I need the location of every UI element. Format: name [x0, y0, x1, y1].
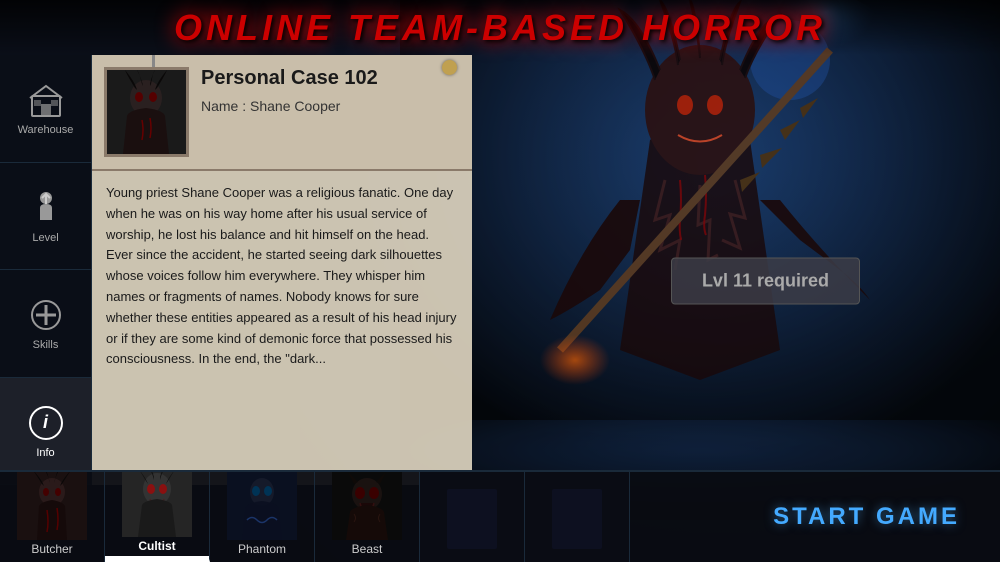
sidebar: Warehouse Level Skills i Info — [0, 55, 92, 485]
cultist-portrait — [117, 472, 197, 537]
case-title: Personal Case 102 — [201, 67, 460, 90]
character-portrait — [104, 67, 189, 157]
char-slot-beast[interactable]: Beast — [315, 472, 420, 562]
char-label-butcher: Butcher — [31, 542, 72, 556]
empty-portrait-1 — [432, 481, 512, 556]
sidebar-label-warehouse: Warehouse — [18, 124, 74, 136]
level-required-badge: Lvl 11 required — [671, 258, 860, 305]
beast-portrait — [327, 472, 407, 540]
sidebar-item-level[interactable]: Level — [0, 163, 91, 271]
story-text: Young priest Shane Cooper was a religiou… — [92, 171, 472, 481]
sidebar-label-skills: Skills — [33, 339, 59, 351]
sidebar-item-info[interactable]: i Info — [0, 378, 91, 486]
char-label-beast: Beast — [352, 542, 383, 556]
content-panel: Personal Case 102 Name : Shane Cooper Yo… — [92, 55, 472, 485]
sidebar-item-skills[interactable]: Skills — [0, 270, 91, 378]
char-slot-empty-2[interactable] — [525, 472, 630, 562]
app-title: ONLINE TEAM-BASED HORROR — [174, 7, 826, 49]
char-slot-empty-1[interactable] — [420, 472, 525, 562]
char-slot-butcher[interactable]: Butcher — [0, 472, 105, 562]
char-slot-cultist[interactable]: Cultist — [105, 472, 210, 562]
case-header: Personal Case 102 Name : Shane Cooper — [92, 55, 472, 171]
char-label-cultist: Cultist — [138, 539, 175, 553]
sidebar-label-level: Level — [32, 232, 58, 244]
empty-portrait-2 — [537, 481, 617, 556]
title-bar: ONLINE TEAM-BASED HORROR — [0, 0, 1000, 55]
char-slot-phantom[interactable]: Phantom — [210, 472, 315, 562]
warehouse-icon — [26, 80, 66, 120]
char-label-phantom: Phantom — [238, 542, 286, 556]
character-bar: Butcher Cultist — [0, 470, 1000, 562]
info-icon: i — [26, 403, 66, 443]
level-icon — [26, 188, 66, 228]
phantom-portrait — [222, 472, 302, 540]
case-name: Name : Shane Cooper — [201, 98, 460, 114]
sidebar-item-warehouse[interactable]: Warehouse — [0, 55, 91, 163]
butcher-portrait — [12, 472, 92, 540]
active-indicator — [105, 556, 209, 559]
start-game-button[interactable]: START GAME — [733, 472, 1000, 562]
skills-icon — [26, 295, 66, 335]
sidebar-label-info: Info — [36, 447, 54, 459]
case-info: Personal Case 102 Name : Shane Cooper — [201, 67, 460, 157]
